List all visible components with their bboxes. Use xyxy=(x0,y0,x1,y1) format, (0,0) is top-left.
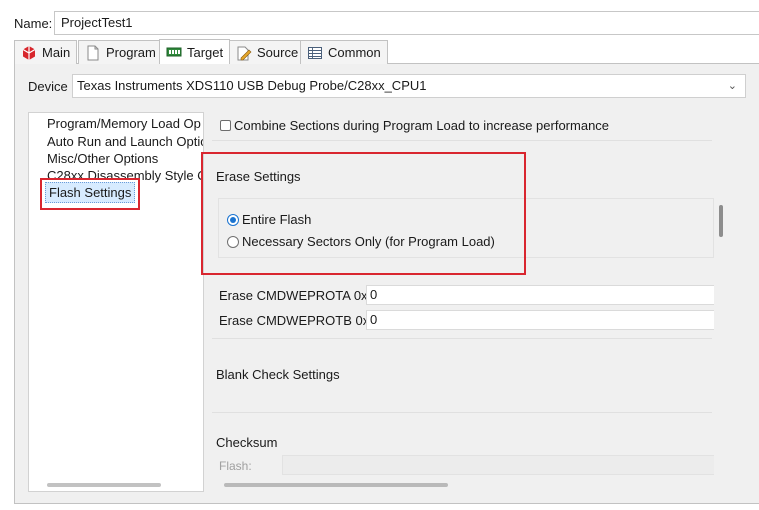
tab-main-label: Main xyxy=(42,45,71,60)
flash-checksum-field xyxy=(282,455,714,475)
cmdweprota-input[interactable]: 0 xyxy=(366,285,714,305)
device-select[interactable]: Texas Instruments XDS110 USB Debug Probe… xyxy=(72,74,746,98)
tab-target[interactable]: Target xyxy=(159,39,231,64)
tab-program-label: Program xyxy=(106,45,156,60)
tree-horizontal-scrollbar[interactable] xyxy=(47,483,161,487)
tree-item-program-memory-load[interactable]: Program/Memory Load Op xyxy=(47,116,201,131)
name-label: Name: xyxy=(14,16,53,31)
tab-program[interactable]: Program xyxy=(78,40,163,64)
cmdweprota-label: Erase CMDWEPROTA 0x xyxy=(219,288,368,303)
flash-settings-highlight xyxy=(40,178,140,210)
main-tab-icon xyxy=(21,45,37,61)
cmdweprotb-label: Erase CMDWEPROTB 0x xyxy=(219,313,370,328)
erase-settings-highlight xyxy=(201,152,526,275)
source-tab-icon xyxy=(236,45,252,61)
tree-item-auto-run[interactable]: Auto Run and Launch Optio xyxy=(47,134,203,149)
combine-sections-checkbox[interactable] xyxy=(220,120,231,131)
settings-tree: Program/Memory Load Op Auto Run and Laun… xyxy=(28,112,204,492)
program-tab-icon xyxy=(85,45,101,61)
divider xyxy=(212,140,712,141)
cmdweprotb-input[interactable]: 0 xyxy=(366,310,714,330)
flash-checksum-label: Flash: xyxy=(219,459,252,473)
target-tab-icon xyxy=(166,44,182,60)
name-input[interactable]: ProjectTest1 xyxy=(54,11,759,35)
content-vertical-scrollbar[interactable] xyxy=(719,205,723,237)
tab-target-label: Target xyxy=(187,44,224,60)
common-tab-icon xyxy=(307,45,323,61)
tab-source-label: Source xyxy=(257,45,299,60)
checksum-title: Checksum xyxy=(216,435,278,450)
tab-common[interactable]: Common xyxy=(300,40,388,64)
content-horizontal-scrollbar[interactable] xyxy=(224,483,448,487)
tree-item-misc-options[interactable]: Misc/Other Options xyxy=(47,151,158,166)
tab-common-label: Common xyxy=(328,45,381,60)
tab-bar: Main Program Target Source Common xyxy=(14,38,759,64)
divider xyxy=(212,338,712,339)
tab-main[interactable]: Main xyxy=(14,40,78,64)
device-label: Device xyxy=(28,79,68,94)
device-select-value: Texas Instruments XDS110 USB Debug Probe… xyxy=(77,78,427,93)
tab-source[interactable]: Source xyxy=(229,40,306,64)
combine-sections-label: Combine Sections during Program Load to … xyxy=(234,118,610,133)
divider xyxy=(212,412,712,413)
blank-check-title: Blank Check Settings xyxy=(216,367,340,382)
chevron-down-icon[interactable]: ⌄ xyxy=(728,78,737,94)
